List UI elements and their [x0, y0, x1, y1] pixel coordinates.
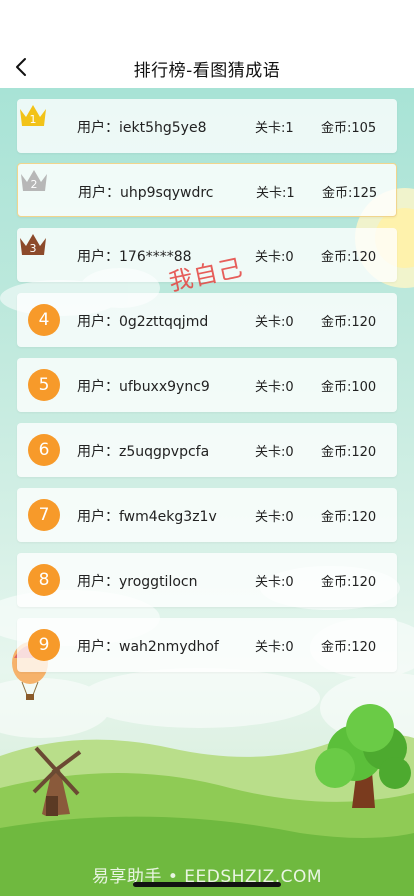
- rank-circle: 6: [28, 434, 60, 466]
- leaderboard-row[interactable]: 9 用户：wah2nmydhof 关卡:0 金币:120: [17, 618, 397, 672]
- username-text: 用户：z5uqgpvpcfa: [77, 444, 210, 460]
- coins-text: 金币:120: [321, 250, 377, 265]
- coins-text: 金币:120: [321, 510, 377, 525]
- rank-circle: 5: [28, 369, 60, 401]
- leaderboard-background: 1 用户：iekt5hg5ye8 关卡:1 金币:105 2 用户：uhp9sq…: [0, 88, 414, 896]
- rank-circle: 7: [28, 499, 60, 531]
- rank-circle: 4: [28, 304, 60, 336]
- level-text: 关卡:1: [256, 186, 295, 201]
- rank-number: 1: [30, 113, 37, 126]
- level-text: 关卡:0: [255, 250, 294, 265]
- rank-circle: 8: [28, 564, 60, 596]
- level-text: 关卡:0: [255, 640, 294, 655]
- rank-circle: 9: [28, 629, 60, 661]
- coins-text: 金币:120: [321, 445, 377, 460]
- leaderboard-row[interactable]: 7 用户：fwm4ekg3z1v 关卡:0 金币:120: [17, 488, 397, 542]
- coins-text: 金币:120: [321, 315, 377, 330]
- level-text: 关卡:0: [255, 575, 294, 590]
- coins-text: 金币:120: [321, 575, 377, 590]
- level-text: 关卡:0: [255, 380, 294, 395]
- leaderboard-row[interactable]: 8 用户：yroggtilocn 关卡:0 金币:120: [17, 553, 397, 607]
- username-text: 用户：uhp9sqywdrc: [78, 185, 214, 201]
- leaderboard-row[interactable]: 1 用户：iekt5hg5ye8 关卡:1 金币:105: [17, 99, 397, 153]
- username-text: 用户：ufbuxx9ync9: [77, 379, 210, 395]
- username-text: 用户：iekt5hg5ye8: [77, 120, 207, 136]
- home-indicator[interactable]: [133, 882, 281, 887]
- silver-crown-icon: 2: [21, 170, 47, 191]
- level-text: 关卡:0: [255, 510, 294, 525]
- gold-crown-icon: 1: [20, 105, 46, 126]
- username-text: 用户：0g2zttqqjmd: [77, 314, 209, 330]
- page-title: 排行榜-看图猜成语: [133, 61, 281, 81]
- leaderboard-row-me[interactable]: 2 用户：uhp9sqywdrc 关卡:1 金币:125: [17, 163, 397, 217]
- leaderboard-row[interactable]: 5 用户：ufbuxx9ync9 关卡:0 金币:100: [17, 358, 397, 412]
- leaderboard-row[interactable]: 6 用户：z5uqgpvpcfa 关卡:0 金币:120: [17, 423, 397, 477]
- bronze-crown-icon: 3: [20, 234, 46, 255]
- level-text: 关卡:1: [255, 121, 294, 136]
- username-text: 用户：yroggtilocn: [77, 574, 198, 590]
- rank-number: 3: [30, 242, 37, 255]
- level-text: 关卡:0: [255, 315, 294, 330]
- coins-text: 金币:125: [322, 186, 378, 201]
- coins-text: 金币:120: [321, 640, 377, 655]
- username-text: 用户：fwm4ekg3z1v: [77, 509, 217, 525]
- username-text: 用户：wah2nmydhof: [77, 639, 219, 655]
- level-text: 关卡:0: [255, 445, 294, 460]
- coins-text: 金币:100: [321, 380, 377, 395]
- coins-text: 金币:105: [321, 121, 377, 136]
- rank-number: 2: [31, 178, 38, 191]
- header: 排行榜-看图猜成语: [0, 0, 414, 88]
- leaderboard-row[interactable]: 4 用户：0g2zttqqjmd 关卡:0 金币:120: [17, 293, 397, 347]
